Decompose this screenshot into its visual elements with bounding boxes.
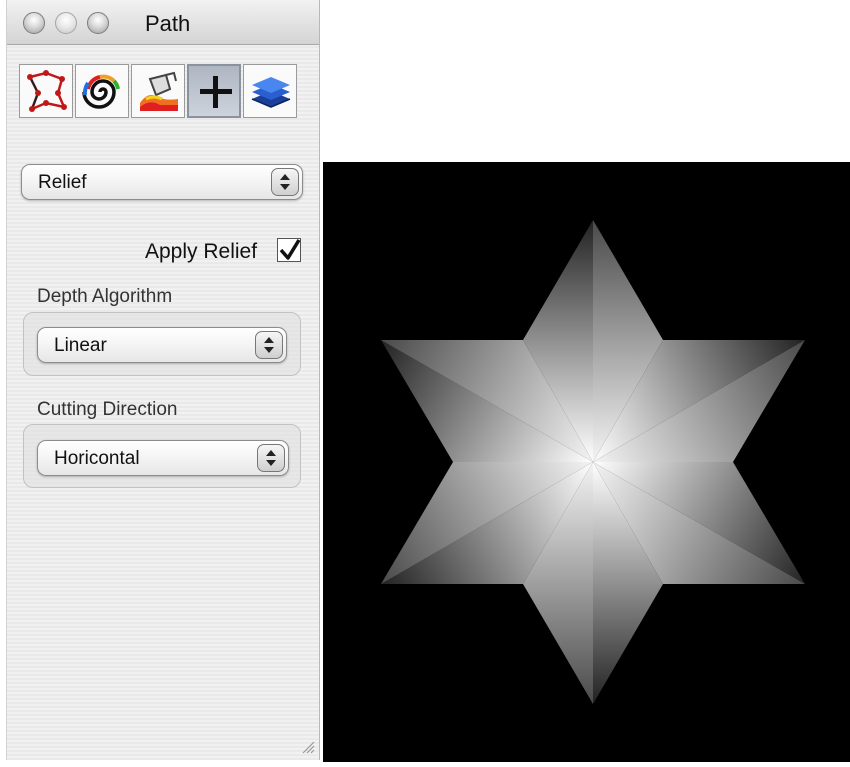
zoom-button[interactable] — [87, 12, 109, 34]
layers-tool[interactable] — [243, 64, 297, 118]
depth-popup-arrows-icon — [255, 331, 283, 359]
cutting-direction-value: Horicontal — [54, 448, 140, 469]
depth-algorithm-label: Depth Algorithm — [37, 286, 173, 307]
window-title: Path — [145, 11, 191, 36]
resize-grip-icon[interactable] — [299, 738, 315, 754]
plus-icon — [200, 76, 232, 108]
mode-popup-value: Relief — [38, 172, 87, 193]
tool-toolbar — [19, 64, 309, 120]
layers-icon — [251, 77, 291, 108]
close-button[interactable] — [23, 12, 45, 34]
cutting-direction-label: Cutting Direction — [37, 399, 178, 420]
depth-algorithm-popup[interactable]: Linear — [37, 327, 287, 363]
color-spiral-tool[interactable] — [75, 64, 129, 118]
mode-popup-arrows-icon — [271, 168, 299, 196]
relief-tool[interactable] — [187, 64, 241, 118]
minimize-button[interactable] — [55, 12, 77, 34]
path-nodes-icon — [27, 70, 67, 112]
path-points-tool[interactable] — [19, 64, 73, 118]
color-spiral-icon — [82, 74, 120, 109]
path-palette-window: Path Relief Apply Relief Depth Algorithm… — [6, 0, 320, 760]
apply-relief-label: Apply Relief — [145, 240, 258, 263]
paint-fill-tool[interactable] — [131, 64, 185, 118]
title-bar[interactable]: Path — [7, 0, 319, 45]
checkmark-icon — [279, 239, 301, 260]
cutting-popup-arrows-icon — [257, 444, 285, 472]
paint-bucket-icon — [140, 71, 178, 111]
mode-popup[interactable]: Relief — [21, 164, 303, 200]
cutting-direction-popup[interactable]: Horicontal — [37, 440, 289, 476]
relief-preview-canvas[interactable] — [323, 162, 850, 762]
depth-algorithm-value: Linear — [54, 335, 107, 356]
star-relief-image — [323, 162, 850, 762]
apply-relief-checkbox[interactable] — [277, 238, 301, 262]
